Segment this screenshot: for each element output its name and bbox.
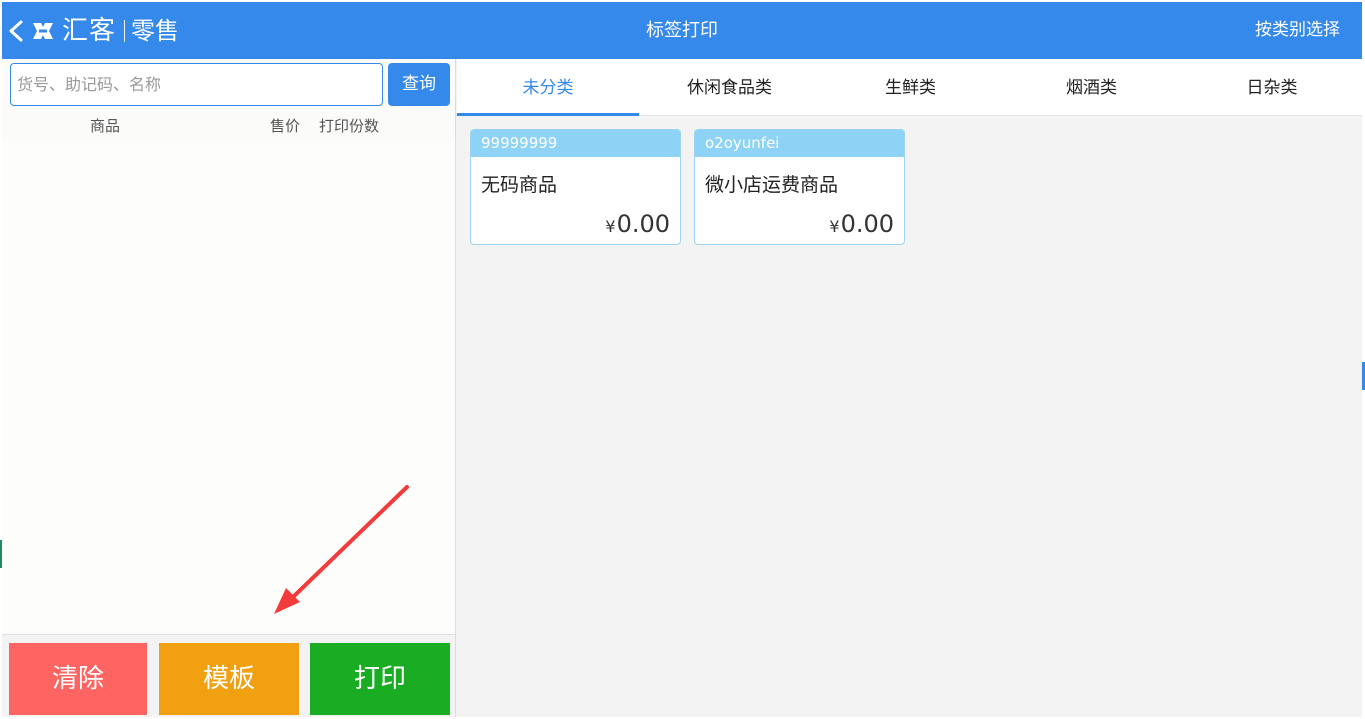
column-header-price: 售价 [270,117,301,135]
print-item-list [2,141,455,633]
label-list-panel: 查询 商品 售价 打印份数 清除 模板 打印 [2,59,456,717]
tab-fresh-food[interactable]: 生鲜类 [820,59,1001,116]
action-bar: 清除 模板 打印 [2,634,455,717]
product-price: ¥0.00 [829,210,894,238]
product-price: ¥0.00 [605,210,670,238]
tab-snack-food[interactable]: 休闲食品类 [639,59,820,116]
app-window: 汇客 零售 标签打印 按类别选择 查询 商品 售价 打印份数 清除 模板 打印 … [2,2,1362,717]
tab-uncategorized[interactable]: 未分类 [457,59,639,116]
tab-sundries[interactable]: 日杂类 [1182,59,1362,116]
edge-artifact [0,540,2,568]
category-tabs: 未分类 休闲食品类 生鲜类 烟酒类 日杂类 [457,59,1362,116]
price-value: 0.00 [616,210,670,238]
product-card[interactable]: o2oyunfei 微小店运费商品 ¥0.00 [694,129,905,245]
product-name: 微小店运费商品 [705,174,839,196]
template-button[interactable]: 模板 [159,643,299,715]
brand: 汇客 零售 [8,16,179,46]
clear-button[interactable]: 清除 [9,643,147,715]
search-input[interactable] [10,63,383,106]
price-value: 0.00 [840,210,894,238]
page-title: 标签打印 [646,20,718,41]
huike-logo-icon [30,17,56,45]
query-button[interactable]: 查询 [388,63,450,106]
currency-symbol: ¥ [829,217,840,236]
column-header-product: 商品 [90,117,121,135]
product-panel: 未分类 休闲食品类 生鲜类 烟酒类 日杂类 99999999 无码商品 ¥0.0… [457,59,1362,717]
category-select-button[interactable]: 按类别选择 [1255,2,1340,59]
chevron-left-icon[interactable] [8,17,26,45]
product-code: 99999999 [471,130,680,157]
column-header-copies: 打印份数 [319,117,380,135]
brand-subtitle: 零售 [131,17,180,45]
product-code: o2oyunfei [695,130,904,157]
product-name: 无码商品 [481,174,558,196]
currency-symbol: ¥ [605,217,616,236]
print-button[interactable]: 打印 [310,643,450,715]
top-bar: 汇客 零售 标签打印 按类别选择 [2,2,1362,59]
brand-separator [124,20,126,42]
brand-name: 汇客 [62,16,117,46]
product-card[interactable]: 99999999 无码商品 ¥0.00 [470,129,681,245]
tab-tobacco-alcohol[interactable]: 烟酒类 [1001,59,1182,116]
